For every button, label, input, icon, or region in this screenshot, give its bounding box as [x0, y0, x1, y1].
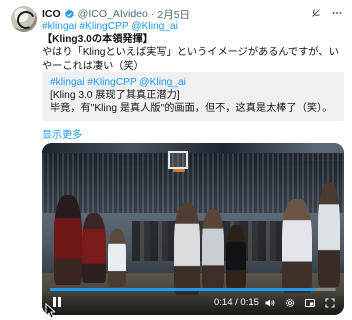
avatar[interactable]	[11, 6, 37, 32]
player	[318, 183, 340, 287]
basketball-backboard	[168, 151, 188, 169]
tweet-hashtags[interactable]: #klingai #KlingCPP @Kling_ai	[42, 20, 342, 33]
translation-line-body: 毕竟，有"Kling 是真人版"的画面，但不，这真是太棒了（笑）。	[50, 103, 333, 115]
author-handle[interactable]: @ICO_AIvideo	[78, 8, 148, 20]
author-name[interactable]: ICO	[42, 8, 61, 20]
picture-in-picture-icon[interactable]	[304, 297, 316, 309]
volume-icon[interactable]	[264, 297, 276, 309]
grok-icon[interactable]	[310, 7, 322, 19]
video-progress-fill	[50, 288, 316, 291]
video-player[interactable]: 0:14 / 0:15	[42, 143, 344, 315]
player	[202, 209, 224, 289]
tweet-line-heading: 【Kling3.0の本領発揮】	[42, 34, 153, 46]
player	[54, 195, 82, 285]
fullscreen-icon[interactable]	[324, 297, 336, 309]
tweet-text: #klingai #KlingCPP @Kling_ai 【Kling3.0の本…	[42, 20, 342, 73]
more-dots-icon[interactable]	[331, 7, 343, 19]
video-time: 0:14 / 0:15	[214, 297, 259, 308]
settings-gear-icon[interactable]	[284, 297, 296, 309]
tweet-line-body: やはり「Klingといえば実写」というイメージがあるんですが、いやーこれは凄い（…	[42, 47, 339, 72]
translation-hashtags[interactable]: #klingai #KlingCPP @Kling_ai	[50, 76, 336, 89]
video-progress-bar[interactable]	[50, 288, 336, 291]
basketball-rim	[173, 169, 185, 172]
tweet-actions-top	[310, 7, 343, 19]
translation-line-heading: [Kling 3.0 展现了其真正潜力]	[50, 90, 180, 102]
video-control-icons	[264, 297, 336, 309]
player	[174, 203, 200, 295]
show-more-link[interactable]: 显示更多	[42, 126, 82, 141]
player	[108, 229, 126, 287]
verified-badge-icon	[64, 9, 74, 18]
player	[226, 225, 246, 289]
player	[282, 199, 312, 293]
separator-dot: ·	[150, 8, 155, 20]
player	[82, 213, 106, 283]
mouse-cursor-icon	[45, 303, 55, 319]
translation-box: #klingai #KlingCPP @Kling_ai [Kling 3.0 …	[42, 72, 344, 121]
